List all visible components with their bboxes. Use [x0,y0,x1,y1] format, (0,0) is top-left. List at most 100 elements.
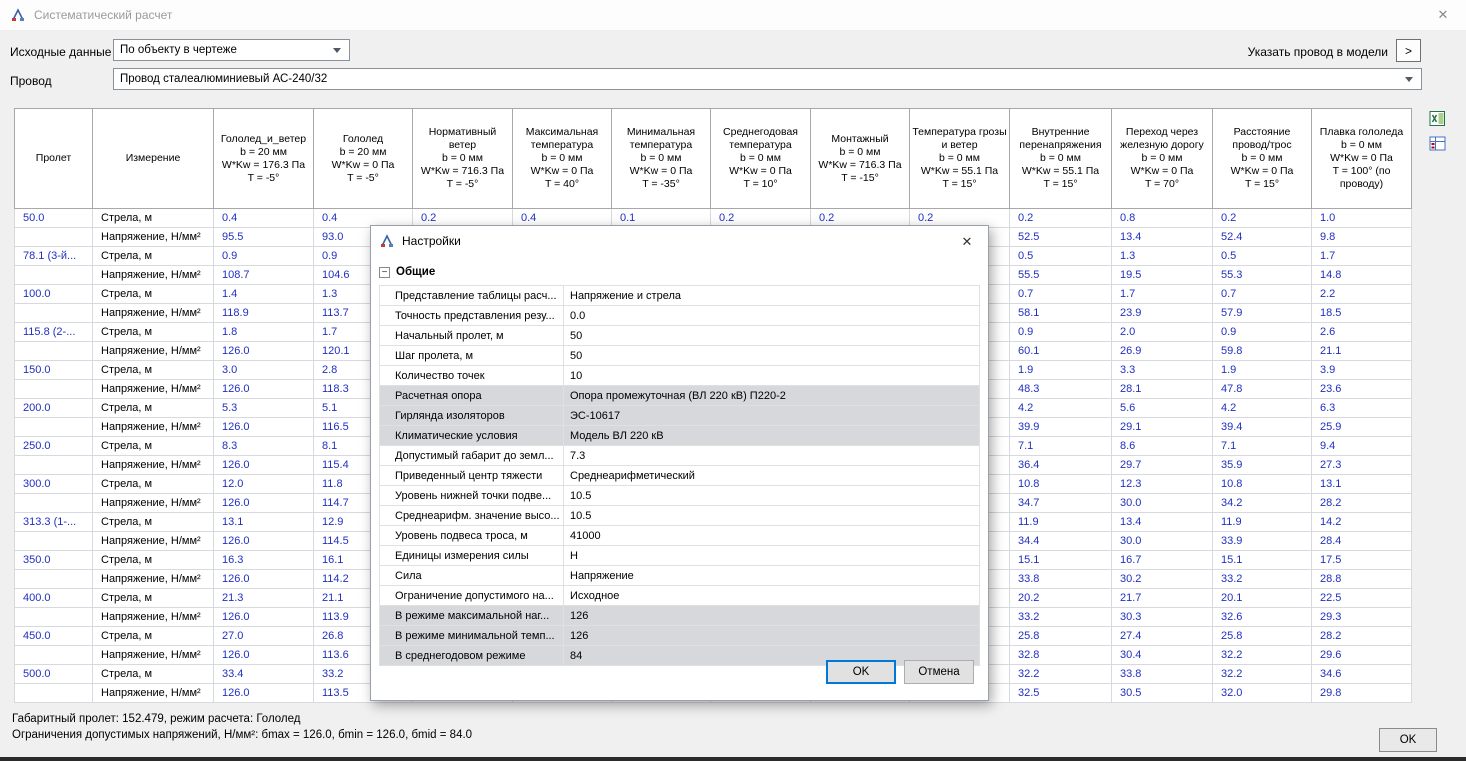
span-cell[interactable] [15,456,93,475]
value-cell[interactable]: 29.1 [1112,418,1213,437]
value-cell[interactable]: 21.3 [214,589,314,608]
value-cell[interactable]: 29.6 [1312,646,1412,665]
value-cell[interactable]: 118.9 [214,304,314,323]
property-value[interactable]: 10 [564,366,980,385]
property-label[interactable]: Точность представления резу... [379,306,564,325]
measure-cell[interactable]: Напряжение, Н/мм² [93,494,214,513]
value-cell[interactable]: 3.9 [1312,361,1412,380]
settings-cancel-button[interactable]: Отмена [904,660,974,684]
value-cell[interactable]: 14.8 [1312,266,1412,285]
column-header[interactable]: Переход через железную дорогу b = 0 мм W… [1112,109,1213,209]
property-label[interactable]: Уровень нижней точки подве... [379,486,564,505]
value-cell[interactable]: 13.4 [1112,513,1213,532]
value-cell[interactable]: 9.8 [1312,228,1412,247]
property-value[interactable]: 126 [564,626,980,645]
property-label[interactable]: Среднеарифм. значение высо... [379,506,564,525]
source-data-combo[interactable]: По объекту в чертеже [113,39,350,61]
span-cell[interactable]: 78.1 (3-й... [15,247,93,266]
value-cell[interactable]: 26.9 [1112,342,1213,361]
value-cell[interactable]: 126.0 [214,684,314,703]
property-label[interactable]: В среднегодовом режиме [379,646,564,665]
value-cell[interactable]: 1.0 [1312,209,1412,228]
value-cell[interactable]: 20.2 [1010,589,1112,608]
chevron-down-icon[interactable] [1405,77,1413,82]
value-cell[interactable]: 34.2 [1213,494,1312,513]
measure-cell[interactable]: Напряжение, Н/мм² [93,646,214,665]
settings-ok-button[interactable]: OK [826,660,896,684]
value-cell[interactable]: 126.0 [214,380,314,399]
column-header[interactable]: Гололед b = 20 мм W*Kw = 0 Па T = -5° [314,109,413,209]
export-excel-icon[interactable] [1429,110,1446,127]
value-cell[interactable]: 11.9 [1213,513,1312,532]
value-cell[interactable]: 9.4 [1312,437,1412,456]
value-cell[interactable]: 58.1 [1010,304,1112,323]
property-value[interactable]: 0.0 [564,306,980,325]
value-cell[interactable]: 126.0 [214,646,314,665]
property-label[interactable]: В режиме минимальной темп... [379,626,564,645]
value-cell[interactable]: 11.9 [1010,513,1112,532]
measure-cell[interactable]: Напряжение, Н/мм² [93,532,214,551]
value-cell[interactable]: 30.4 [1112,646,1213,665]
collapse-icon[interactable]: − [379,267,390,278]
value-cell[interactable]: 15.1 [1010,551,1112,570]
column-header[interactable]: Пролет [15,109,93,209]
value-cell[interactable]: 18.5 [1312,304,1412,323]
value-cell[interactable]: 0.9 [214,247,314,266]
property-value[interactable]: Напряжение [564,566,980,585]
value-cell[interactable]: 5.6 [1112,399,1213,418]
span-cell[interactable]: 450.0 [15,627,93,646]
property-value[interactable]: Исходное [564,586,980,605]
value-cell[interactable]: 28.4 [1312,532,1412,551]
wire-combo[interactable]: Провод сталеалюминиевый АС-240/32 [113,68,1422,90]
value-cell[interactable]: 30.3 [1112,608,1213,627]
value-cell[interactable]: 52.5 [1010,228,1112,247]
span-cell[interactable] [15,228,93,247]
value-cell[interactable]: 0.2 [1010,209,1112,228]
value-cell[interactable]: 7.1 [1213,437,1312,456]
value-cell[interactable]: 33.4 [214,665,314,684]
value-cell[interactable]: 29.8 [1312,684,1412,703]
property-label[interactable]: Ограничение допустимого на... [379,586,564,605]
value-cell[interactable]: 1.7 [1112,285,1213,304]
property-value[interactable]: Напряжение и стрела [564,286,980,305]
value-cell[interactable]: 3.3 [1112,361,1213,380]
value-cell[interactable]: 30.2 [1112,570,1213,589]
span-cell[interactable]: 150.0 [15,361,93,380]
value-cell[interactable]: 30.0 [1112,532,1213,551]
value-cell[interactable]: 0.2 [1213,209,1312,228]
property-value[interactable]: 7.3 [564,446,980,465]
property-label[interactable]: Сила [379,566,564,585]
property-label[interactable]: Климатические условия [379,426,564,445]
value-cell[interactable]: 126.0 [214,494,314,513]
measure-cell[interactable]: Стрела, м [93,475,214,494]
span-cell[interactable] [15,380,93,399]
value-cell[interactable]: 25.9 [1312,418,1412,437]
span-cell[interactable]: 100.0 [15,285,93,304]
value-cell[interactable]: 108.7 [214,266,314,285]
value-cell[interactable]: 52.4 [1213,228,1312,247]
property-label[interactable]: Расчетная опора [379,386,564,405]
property-label[interactable]: Количество точек [379,366,564,385]
measure-cell[interactable]: Напряжение, Н/мм² [93,266,214,285]
value-cell[interactable]: 0.7 [1213,285,1312,304]
value-cell[interactable]: 0.5 [1213,247,1312,266]
value-cell[interactable]: 34.7 [1010,494,1112,513]
value-cell[interactable]: 27.3 [1312,456,1412,475]
value-cell[interactable]: 39.4 [1213,418,1312,437]
value-cell[interactable]: 1.7 [1312,247,1412,266]
column-header[interactable]: Температура грозы и ветер b = 0 мм W*Kw … [910,109,1010,209]
value-cell[interactable]: 0.9 [1010,323,1112,342]
value-cell[interactable]: 126.0 [214,456,314,475]
value-cell[interactable]: 16.7 [1112,551,1213,570]
span-cell[interactable]: 313.3 (1-... [15,513,93,532]
span-cell[interactable] [15,266,93,285]
pick-wire-button[interactable]: > [1396,39,1421,62]
measure-cell[interactable]: Напряжение, Н/мм² [93,304,214,323]
value-cell[interactable]: 126.0 [214,532,314,551]
value-cell[interactable]: 5.3 [214,399,314,418]
measure-cell[interactable]: Напряжение, Н/мм² [93,228,214,247]
value-cell[interactable]: 32.2 [1213,665,1312,684]
span-cell[interactable]: 500.0 [15,665,93,684]
value-cell[interactable]: 25.8 [1010,627,1112,646]
value-cell[interactable]: 59.8 [1213,342,1312,361]
